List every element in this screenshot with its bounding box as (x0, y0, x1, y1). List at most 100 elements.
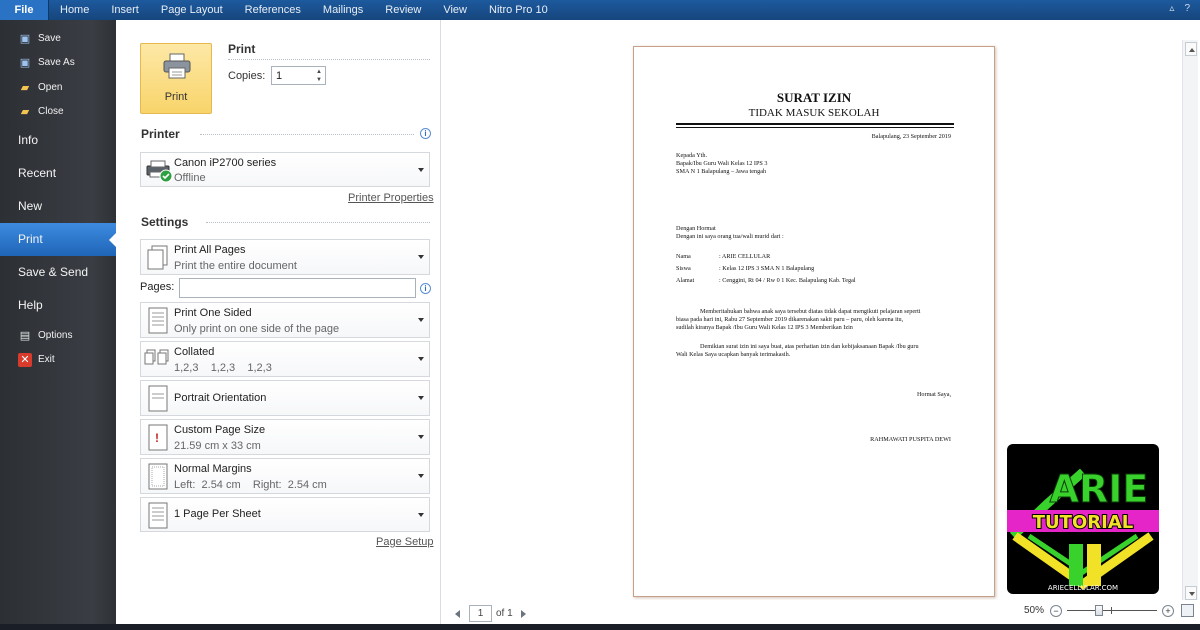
nav-exit[interactable]: ✕ Exit (0, 348, 116, 373)
collation-select[interactable]: Collated 1,2,3 1,2,3 1,2,3 (140, 341, 430, 377)
body-line: Demikian surat izin ini saya buat, atas … (700, 343, 919, 350)
title-rule-thin (676, 127, 954, 128)
exit-icon: ✕ (18, 352, 32, 367)
pages-per-sheet-title: 1 Page Per Sheet (174, 508, 261, 520)
printer-status: Offline (174, 172, 206, 184)
scroll-down-icon[interactable] (1185, 586, 1197, 600)
page-size-desc: 21.59 cm x 33 cm (174, 440, 261, 452)
page-setup-link[interactable]: Page Setup (376, 536, 434, 548)
zoom-out-icon[interactable]: − (1050, 604, 1062, 617)
collation-desc: 1,2,3 1,2,3 1,2,3 (174, 362, 272, 374)
tab-references[interactable]: References (234, 0, 312, 20)
print-range-title: Print All Pages (174, 244, 246, 256)
minimize-ribbon-icon[interactable]: ▵ (1169, 3, 1174, 14)
zoom-slider[interactable] (1067, 605, 1157, 616)
nav-info[interactable]: Info (0, 124, 116, 157)
sides-desc: Only print on one side of the page (174, 323, 340, 335)
current-page-input[interactable]: 1 (469, 605, 492, 622)
page-navigator: 1 of 1 (455, 605, 526, 622)
print-range-select[interactable]: Print All Pages Print the entire documen… (140, 239, 430, 275)
folder-close-icon: ▰ (20, 106, 30, 119)
printer-offline-icon (146, 160, 173, 183)
tab-nitro-pro[interactable]: Nitro Pro 10 (478, 0, 559, 20)
logo-url: ARIECELLULAR.COM (1048, 584, 1118, 592)
recipient-line: SMA N 1 Balapulang – Jawa tengah (676, 168, 767, 175)
nav-options[interactable]: ▤ Options (0, 323, 116, 348)
margins-desc: Left: 2.54 cm Right: 2.54 cm (174, 479, 327, 491)
nav-print[interactable]: Print (0, 223, 117, 256)
logo-subtitle: TUTORIAL (1033, 512, 1133, 533)
document-date: Balapulang, 23 September 2019 (871, 133, 951, 140)
zoom-slider-thumb[interactable] (1095, 605, 1103, 616)
copies-value: 1 (276, 70, 283, 82)
nav-recent[interactable]: Recent (0, 157, 116, 190)
field-value: : Cenggini, Rt 04 / Rw 0 1 Kec. Balapula… (719, 277, 856, 284)
ribbon-tab-bar: File Home Insert Page Layout References … (0, 0, 1200, 20)
preview-scrollbar[interactable] (1182, 40, 1198, 602)
tab-file[interactable]: File (0, 0, 49, 20)
body-line: sudilah kiranya Bapak /Ibu Guru Wali Kel… (676, 324, 853, 331)
chevron-down-icon (418, 255, 424, 259)
field-label: Alamat (676, 277, 695, 284)
copies-label: Copies: (228, 70, 266, 82)
tab-view[interactable]: View (432, 0, 478, 20)
print-button-label: Print (164, 91, 188, 103)
tab-mailings[interactable]: Mailings (312, 0, 374, 20)
page-size-select[interactable]: ! Custom Page Size 21.59 cm x 33 cm (140, 419, 430, 455)
pages-per-sheet-select[interactable]: 1 Page Per Sheet (140, 497, 430, 532)
spin-arrows-icon[interactable]: ▲ ▼ (314, 68, 324, 84)
pages-input[interactable] (179, 278, 416, 298)
nav-save-send[interactable]: Save & Send (0, 256, 116, 289)
printer-info-icon[interactable]: i (420, 128, 431, 139)
page-size-icon: ! (148, 424, 168, 451)
print-button[interactable]: Print (140, 43, 212, 114)
sides-select[interactable]: Print One Sided Only print on one side o… (140, 302, 430, 338)
one-sided-icon (148, 307, 168, 334)
body-line: biasa pada hari ini, Rabu 27 September 2… (676, 316, 904, 323)
settings-heading: Settings (141, 215, 189, 229)
nav-close[interactable]: ▰ Close (0, 100, 116, 125)
greeting: Dengan Hormat (676, 225, 716, 232)
printer-icon (163, 53, 191, 79)
zoom-in-icon[interactable]: + (1162, 604, 1174, 617)
printer-select[interactable]: Canon iP2700 series Offline (140, 152, 430, 187)
tab-page-layout[interactable]: Page Layout (150, 0, 234, 20)
tab-insert[interactable]: Insert (100, 0, 150, 20)
sides-title: Print One Sided (174, 307, 252, 319)
scroll-up-icon[interactable] (1185, 42, 1197, 56)
nav-new[interactable]: New (0, 190, 116, 223)
divider (200, 134, 414, 135)
margins-select[interactable]: Normal Margins Left: 2.54 cm Right: 2.54… (140, 458, 430, 494)
print-settings-panel: Print Print Copies: 1 ▲ ▼ Printer i Canon… (116, 20, 440, 630)
printer-properties-link[interactable]: Printer Properties (348, 192, 434, 204)
nav-open[interactable]: ▰ Open (0, 75, 116, 100)
print-heading: Print (228, 42, 256, 56)
nav-save-as[interactable]: ▣ Save As (0, 51, 116, 76)
taskbar (0, 624, 1200, 630)
help-icon[interactable]: ? (1184, 3, 1190, 14)
orientation-title: Portrait Orientation (174, 392, 267, 404)
collation-title: Collated (174, 346, 215, 358)
body-line: Wali Kelas Saya ucapkan banyak terimakas… (676, 351, 791, 358)
intro-line: Dengan ini saya orang tua/wali murid dar… (676, 233, 784, 240)
svg-text:!: ! (155, 431, 159, 445)
next-page-icon[interactable] (520, 609, 526, 618)
nav-save[interactable]: ▣ Save (0, 26, 116, 51)
zoom-to-page-icon[interactable] (1181, 604, 1194, 617)
recipient-line: Bapak/Ibu Guru Wali Kelas 12 IPS 3 (676, 160, 768, 167)
orientation-select[interactable]: Portrait Orientation (140, 380, 430, 416)
copies-stepper[interactable]: 1 ▲ ▼ (271, 66, 326, 85)
collated-icon (144, 349, 169, 365)
pages-info-icon[interactable]: i (420, 283, 431, 294)
previous-page-icon[interactable] (455, 609, 460, 618)
zoom-slider-center-mark (1111, 607, 1112, 614)
document-page: SURAT IZIN TIDAK MASUK SEKOLAH Balapulan… (633, 46, 995, 597)
nav-help[interactable]: Help (0, 289, 116, 322)
save-icon: ▣ (19, 32, 31, 45)
field-value: : ARIE CELLULAR (719, 253, 771, 260)
field-label: Siswa (676, 265, 691, 272)
tab-home[interactable]: Home (49, 0, 100, 20)
zoom-level[interactable]: 50% (1024, 605, 1044, 616)
tab-review[interactable]: Review (374, 0, 432, 20)
body-line: Memberitahukan bahwa anak saya tersebut … (700, 308, 921, 315)
